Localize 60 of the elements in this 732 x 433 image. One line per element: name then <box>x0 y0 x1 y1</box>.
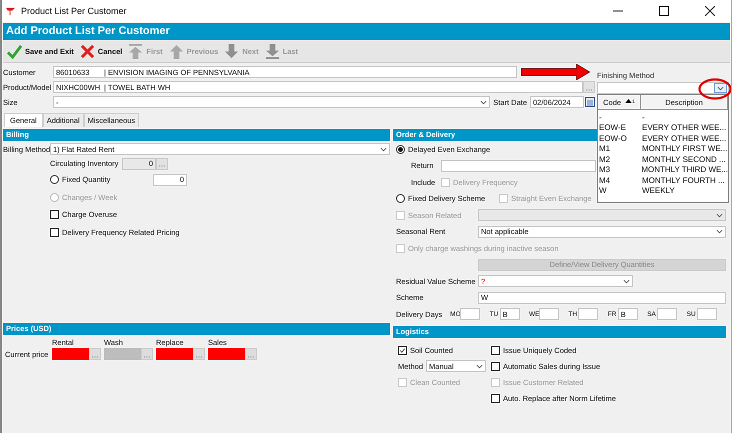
checkbox[interactable] <box>50 228 59 237</box>
day-field[interactable] <box>578 308 598 320</box>
list-cell[interactable]: WEEKLY <box>642 186 675 196</box>
close-icon[interactable] <box>705 6 715 16</box>
list-cell[interactable]: EVERY OTHER WEE... <box>642 134 726 143</box>
cross-icon <box>80 44 95 58</box>
checkbox[interactable] <box>398 346 407 354</box>
arrow-up-icon <box>168 44 184 58</box>
ellipsis-button[interactable] <box>89 348 101 360</box>
ellipsis-button[interactable] <box>583 81 595 93</box>
maximize-icon[interactable] <box>659 6 669 16</box>
finishing-method-select[interactable] <box>597 82 729 94</box>
arrow-up-bar-icon <box>128 44 144 58</box>
list-cell[interactable]: MONTHLY FOURTH ... <box>642 176 725 185</box>
list-cell[interactable]: - <box>642 112 645 122</box>
list-cell[interactable]: M1 <box>598 144 642 154</box>
list-cell[interactable]: MONTHLY SECOND ... <box>642 154 726 164</box>
list-cell[interactable]: M3 <box>598 165 642 174</box>
list-cell[interactable]: M4 <box>598 176 642 185</box>
calendar-icon[interactable] <box>585 97 595 107</box>
list-cell[interactable]: M2 <box>598 154 642 164</box>
list-cell[interactable]: MONTHLY FIRST WE... <box>642 144 728 154</box>
chevron-down-icon <box>623 278 630 284</box>
form-header: Add Product List Per Customer <box>3 23 730 40</box>
radio-button[interactable] <box>396 194 405 204</box>
window-title: Product List Per Customer <box>21 6 127 16</box>
arrow-down-bar-icon <box>264 44 280 58</box>
ellipsis-button[interactable] <box>193 348 205 360</box>
dropdown-button[interactable] <box>714 83 727 93</box>
list-cell[interactable]: EOW-O <box>598 134 642 143</box>
chevron-down-icon <box>716 229 723 234</box>
price-field[interactable] <box>52 348 89 360</box>
list-cell[interactable]: MONTHLY THIRD WE... <box>641 165 728 174</box>
ellipsis-button[interactable] <box>141 348 153 360</box>
day-field[interactable] <box>657 308 678 320</box>
day-field[interactable] <box>460 308 480 320</box>
list-cell[interactable]: W <box>598 186 642 196</box>
checkbox[interactable] <box>50 210 59 220</box>
checkbox[interactable] <box>491 394 500 402</box>
list-cell[interactable]: - <box>598 112 642 122</box>
radio-button[interactable] <box>50 175 59 184</box>
price-field[interactable] <box>156 348 193 360</box>
chevron-down-icon <box>380 146 387 152</box>
chevron-down-icon <box>480 100 488 104</box>
checkbox[interactable] <box>491 362 500 370</box>
radio-button[interactable] <box>396 144 405 154</box>
ellipsis-button[interactable] <box>156 158 168 170</box>
day-field[interactable] <box>696 308 717 320</box>
arrow-down-icon <box>224 44 240 58</box>
season-select[interactable] <box>478 209 726 222</box>
checkbox[interactable] <box>491 346 500 354</box>
chevron-down-icon <box>717 86 724 90</box>
price-field[interactable] <box>208 348 245 360</box>
return-field[interactable] <box>441 160 596 172</box>
chevron-down-icon <box>716 212 723 218</box>
chevron-down-icon <box>476 364 484 368</box>
checkmark-icon <box>7 44 22 58</box>
ellipsis-button[interactable] <box>245 348 257 360</box>
day-field[interactable] <box>538 308 559 320</box>
pin-icon <box>5 6 16 16</box>
